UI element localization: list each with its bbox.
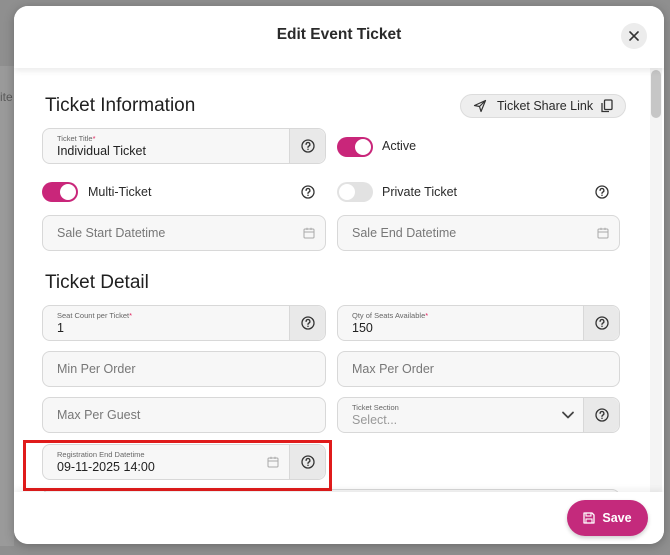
calendar-icon[interactable] [597,227,609,239]
active-label: Active [382,139,417,153]
backdrop [0,66,14,546]
private-ticket-help-icon[interactable] [595,185,609,199]
toggle-knob [339,184,355,200]
save-label: Save [602,511,632,525]
min-per-order-placeholder: Min Per Order [57,362,136,376]
share-link-label: Ticket Share Link [497,99,594,113]
edit-ticket-modal: Edit Event Ticket Ticket Information Tic… [14,6,664,544]
sale-start-datetime-field[interactable]: Sale Start Datetime [42,215,326,251]
send-icon [473,99,487,113]
sale-end-datetime-field[interactable]: Sale End Datetime [337,215,620,251]
toggle-knob [60,184,76,200]
max-per-order-placeholder: Max Per Order [352,362,434,376]
ticket-information-heading: Ticket Information [45,95,196,116]
private-ticket-toggle[interactable] [337,182,373,202]
help-icon [594,408,609,422]
ticket-title-label: Ticket Title* [57,134,96,143]
ticket-section-label: Ticket Section [352,403,399,412]
copy-icon [601,99,613,113]
ticket-detail-heading: Ticket Detail [45,272,149,293]
ticket-section-placeholder: Select... [352,413,398,427]
ticket-section-select[interactable]: Ticket Section Select... [337,397,620,433]
sale-end-placeholder: Sale End Datetime [352,226,457,240]
save-icon [583,512,596,524]
seat-count-label: Seat Count per Ticket* [57,311,133,320]
help-icon [594,316,609,330]
seat-count-help-button[interactable] [289,306,325,340]
scrollbar-track[interactable] [650,68,662,498]
modal-header: Edit Event Ticket [14,6,664,68]
chevron-down-icon[interactable] [561,409,575,421]
highlight-annotation-box [23,440,332,491]
ticket-title-value: Individual Ticket [57,144,146,158]
ticket-title-field[interactable]: Ticket Title* Individual Ticket [42,128,326,164]
sale-start-placeholder: Sale Start Datetime [57,226,166,240]
seat-count-field[interactable]: Seat Count per Ticket* 1 [42,305,326,341]
scrollbar-thumb[interactable] [651,70,661,118]
toggle-knob [355,139,371,155]
max-per-guest-field[interactable]: Max Per Guest [42,397,326,433]
modal-footer: Save [14,492,664,544]
ticket-section-help-button[interactable] [583,398,619,432]
qty-seats-label: Qty of Seats Available* [352,311,429,320]
multi-ticket-label: Multi-Ticket [88,185,152,199]
close-button[interactable] [621,23,647,49]
save-button[interactable]: Save [567,500,648,536]
private-ticket-label: Private Ticket [382,185,458,199]
ticket-share-link-button[interactable]: Ticket Share Link [460,94,626,118]
multi-ticket-toggle[interactable] [42,182,78,202]
calendar-icon[interactable] [303,227,315,239]
help-icon [300,139,315,153]
seat-count-value: 1 [57,321,64,335]
max-per-guest-placeholder: Max Per Guest [57,408,141,422]
qty-seats-value: 150 [352,321,373,335]
min-per-order-field[interactable]: Min Per Order [42,351,326,387]
ticket-title-help-button[interactable] [289,129,325,163]
help-icon [300,316,315,330]
active-toggle[interactable] [337,137,373,157]
qty-seats-help-button[interactable] [583,306,619,340]
backdrop-text: ite [0,90,13,104]
max-per-order-field[interactable]: Max Per Order [337,351,620,387]
close-icon [629,31,639,41]
multi-ticket-help-icon[interactable] [301,185,315,199]
modal-title: Edit Event Ticket [276,26,402,43]
qty-seats-field[interactable]: Qty of Seats Available* 150 [337,305,620,341]
